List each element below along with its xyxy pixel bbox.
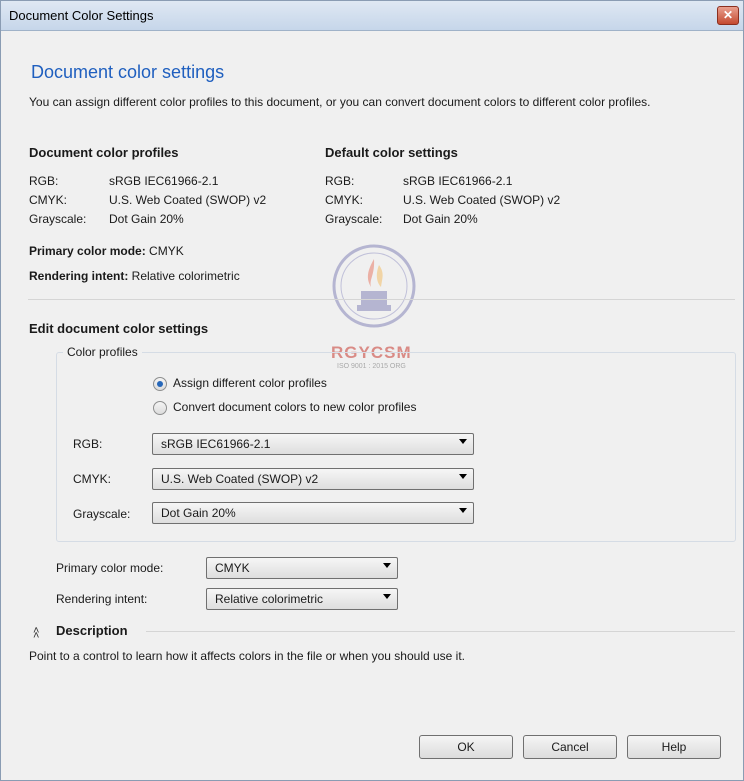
dialog-window: Document Color Settings ✕ RGYCSM ISO 900… — [0, 0, 744, 781]
doc-grayscale-value: Dot Gain 20% — [109, 212, 184, 226]
default-rgb-value: sRGB IEC61966-2.1 — [403, 174, 513, 188]
default-cmyk-value: U.S. Web Coated (SWOP) v2 — [403, 193, 561, 207]
close-button[interactable]: ✕ — [717, 6, 739, 25]
assign-profiles-radio[interactable] — [153, 377, 167, 391]
edit-section-heading: Edit document color settings — [29, 321, 209, 336]
page-title: Document color settings — [31, 62, 225, 82]
title-bar[interactable]: Document Color Settings ✕ — [1, 1, 743, 31]
edit-cmyk-label: CMYK: — [73, 472, 112, 486]
grayscale-profile-select[interactable]: Dot Gain 20% — [152, 502, 474, 524]
default-settings-heading: Default color settings — [325, 145, 458, 160]
convert-colors-radio[interactable] — [153, 401, 167, 415]
doc-cmyk-label: CMYK: — [29, 193, 68, 207]
color-profiles-group-label: Color profiles — [63, 345, 142, 359]
doc-rgb-label: RGB: — [29, 174, 59, 188]
cmyk-profile-select[interactable]: U.S. Web Coated (SWOP) v2 — [152, 468, 474, 490]
cmyk-profile-value: U.S. Web Coated (SWOP) v2 — [161, 472, 319, 486]
rendering-intent-row: Rendering intent: Relative colorimetric — [29, 269, 240, 283]
rgb-profile-value: sRGB IEC61966-2.1 — [161, 437, 271, 451]
chevron-down-icon — [459, 508, 467, 513]
chevron-down-icon — [459, 474, 467, 479]
dialog-content: RGYCSM ISO 9001 : 2015 ORG Document colo… — [1, 31, 743, 780]
rendering-intent-select-value: Relative colorimetric — [215, 592, 324, 606]
cancel-button[interactable]: Cancel — [523, 735, 617, 759]
ok-button[interactable]: OK — [419, 735, 513, 759]
default-grayscale-value: Dot Gain 20% — [403, 212, 478, 226]
description-divider — [146, 631, 735, 632]
grayscale-profile-value: Dot Gain 20% — [161, 506, 236, 520]
primary-mode-row: Primary color mode: CMYK — [29, 244, 184, 258]
assign-profiles-label[interactable]: Assign different color profiles — [173, 376, 327, 390]
page-description: You can assign different color profiles … — [29, 95, 651, 109]
divider — [28, 299, 735, 300]
default-grayscale-label: Grayscale: — [325, 212, 383, 226]
primary-mode-select[interactable]: CMYK — [206, 557, 398, 579]
window-title: Document Color Settings — [9, 8, 154, 23]
close-icon: ✕ — [722, 8, 734, 22]
doc-cmyk-value: U.S. Web Coated (SWOP) v2 — [109, 193, 267, 207]
edit-grayscale-label: Grayscale: — [73, 507, 131, 521]
edit-rgb-label: RGB: — [73, 437, 103, 451]
description-heading: Description — [56, 623, 128, 638]
collapse-description-icon-2: ˄ — [33, 630, 40, 642]
chevron-down-icon — [383, 563, 391, 568]
edit-rendering-label: Rendering intent: — [56, 592, 148, 606]
document-profiles-heading: Document color profiles — [29, 145, 179, 160]
doc-rgb-value: sRGB IEC61966-2.1 — [109, 174, 219, 188]
primary-mode-value: CMYK — [149, 244, 184, 258]
primary-mode-select-value: CMYK — [215, 561, 250, 575]
chevron-down-icon — [459, 439, 467, 444]
help-button[interactable]: Help — [627, 735, 721, 759]
convert-colors-label[interactable]: Convert document colors to new color pro… — [173, 400, 416, 414]
primary-mode-label: Primary color mode: — [29, 244, 146, 258]
rendering-intent-value: Relative colorimetric — [131, 269, 240, 283]
rgb-profile-select[interactable]: sRGB IEC61966-2.1 — [152, 433, 474, 455]
rendering-intent-select[interactable]: Relative colorimetric — [206, 588, 398, 610]
doc-grayscale-label: Grayscale: — [29, 212, 87, 226]
default-rgb-label: RGB: — [325, 174, 355, 188]
rendering-intent-label: Rendering intent: — [29, 269, 129, 283]
description-text: Point to a control to learn how it affec… — [29, 649, 466, 663]
default-cmyk-label: CMYK: — [325, 193, 364, 207]
edit-primary-mode-label: Primary color mode: — [56, 561, 164, 575]
chevron-down-icon — [383, 594, 391, 599]
